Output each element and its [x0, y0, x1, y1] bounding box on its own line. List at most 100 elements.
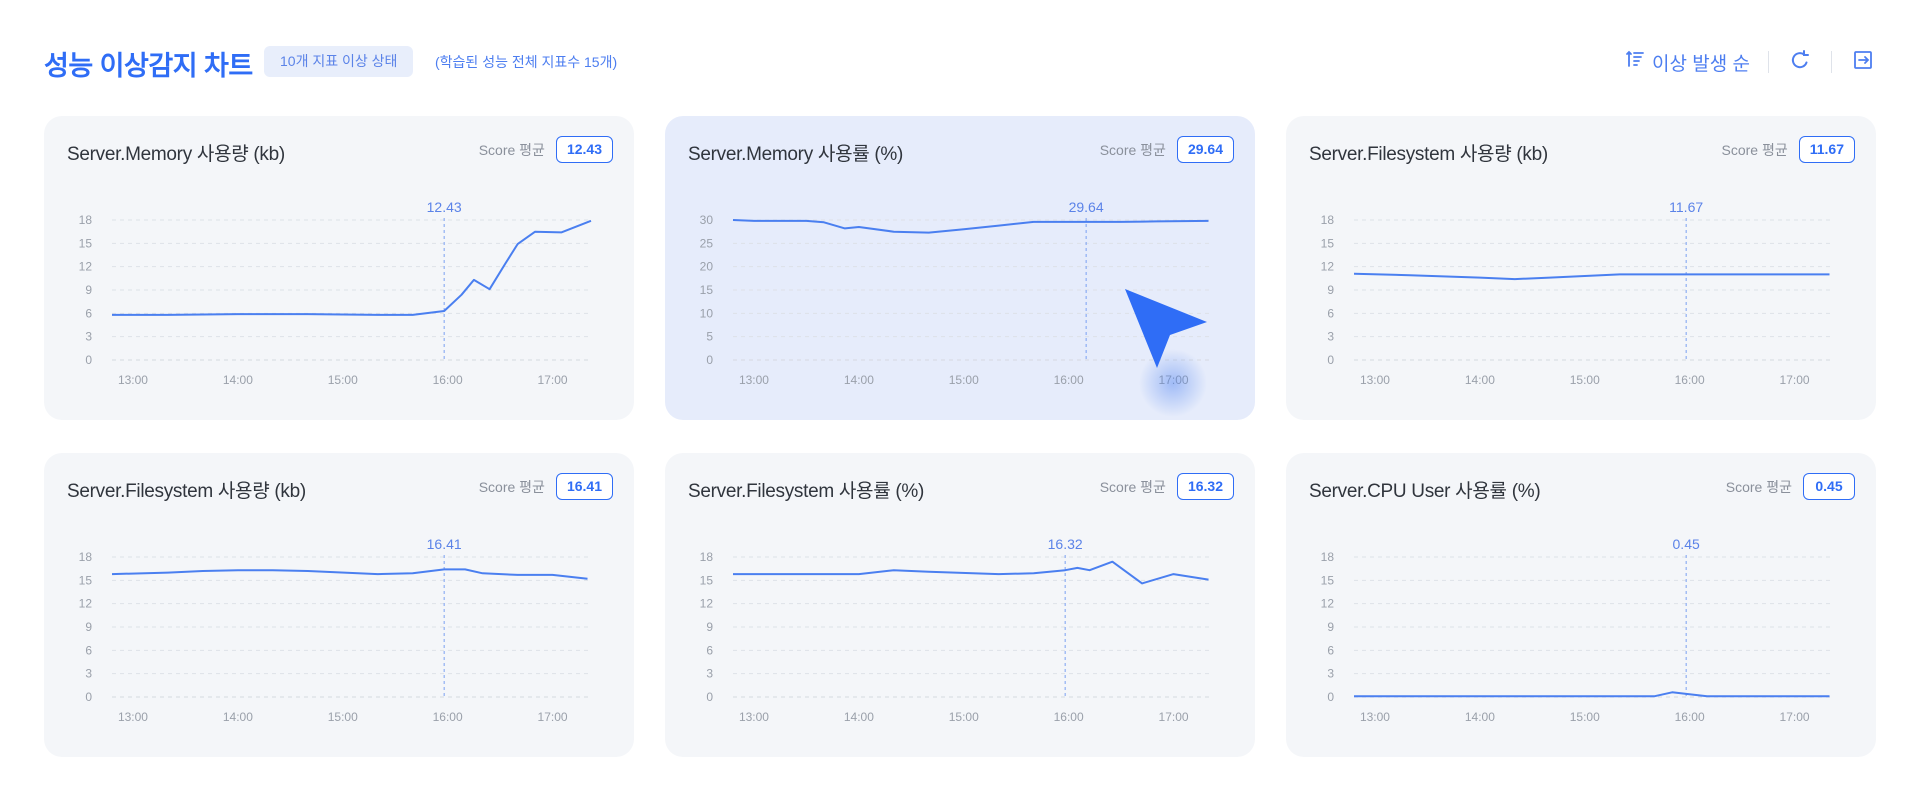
x-tick-label: 13:00	[1360, 373, 1390, 387]
metric-card[interactable]: Server.Filesystem 사용량 (kb) Score 평균 16.4…	[44, 453, 634, 757]
x-tick-label: 17:00	[1159, 373, 1189, 387]
y-tick-label: 5	[706, 330, 713, 344]
y-tick-label: 0	[706, 353, 713, 367]
score-summary: Score 평균 12.43	[479, 136, 613, 163]
x-tick-label: 16:00	[1675, 373, 1705, 387]
y-tick-label: 18	[700, 550, 714, 564]
series-line	[733, 560, 1209, 585]
metric-card[interactable]: Server.Filesystem 사용량 (kb) Score 평균 11.6…	[1286, 116, 1876, 420]
score-value: 11.67	[1798, 136, 1855, 163]
score-label: Score 평균	[1721, 141, 1788, 158]
x-tick-label: 16:00	[433, 373, 463, 387]
x-tick-label: 15:00	[328, 373, 358, 387]
x-tick-label: 13:00	[739, 710, 769, 724]
metric-card[interactable]: Server.Filesystem 사용률 (%) Score 평균 16.32…	[665, 453, 1255, 757]
score-label: Score 평균	[1725, 478, 1792, 495]
y-tick-label: 6	[85, 643, 92, 657]
y-tick-label: 15	[79, 573, 93, 587]
x-tick-label: 13:00	[1360, 710, 1390, 724]
score-marker-label: 11.67	[1669, 199, 1703, 215]
metric-card[interactable]: Server.CPU User 사용률 (%) Score 평균 0.45 0 3…	[1286, 453, 1876, 757]
card-title: Server.Memory 사용률 (%)	[688, 144, 904, 165]
total-metrics-note: (학습된 성능 전체 지표수 15개)	[435, 54, 618, 70]
score-value: 0.45	[1803, 473, 1855, 500]
y-tick-label: 3	[1327, 667, 1334, 681]
toolbar-divider	[1768, 51, 1769, 73]
y-tick-label: 20	[700, 260, 714, 274]
y-tick-label: 15	[1321, 236, 1335, 250]
x-tick-label: 15:00	[949, 710, 979, 724]
y-tick-label: 12	[1321, 260, 1335, 274]
y-tick-label: 15	[79, 236, 93, 250]
page-header: 성능 이상감지 차트 10개 지표 이상 상태 (학습된 성능 전체 지표수 1…	[44, 40, 1876, 84]
y-tick-label: 3	[1327, 330, 1334, 344]
y-tick-label: 3	[85, 330, 92, 344]
sort-icon	[1625, 49, 1645, 75]
x-tick-label: 16:00	[1675, 710, 1705, 724]
metric-card[interactable]: Server.Memory 사용량 (kb) Score 평균 12.43 0 3…	[44, 116, 634, 420]
sort-label: 이상 발생 순	[1652, 53, 1750, 75]
y-tick-label: 3	[706, 667, 713, 681]
score-marker-label: 0.45	[1673, 536, 1700, 552]
refresh-icon	[1789, 49, 1811, 76]
score-summary: Score 평균 0.45	[1726, 473, 1855, 500]
y-tick-label: 18	[79, 550, 93, 564]
card-title: Server.CPU User 사용률 (%)	[1309, 481, 1541, 502]
exit-button[interactable]	[1850, 49, 1876, 75]
line-chart: 0 3 6 9 12 15 18 13:00 14:00 15:00 16:00 17:00 16.32	[700, 536, 1212, 724]
score-summary: Score 평균 11.67	[1721, 136, 1855, 163]
x-tick-label: 14:00	[844, 710, 874, 724]
score-value: 29.64	[1176, 136, 1234, 163]
x-tick-label: 14:00	[844, 373, 874, 387]
line-chart: 0 3 6 9 12 15 18 13:00 14:00 15:00 16:00 17:00 0.45	[1321, 536, 1833, 724]
y-tick-label: 10	[700, 306, 714, 320]
refresh-button[interactable]	[1787, 49, 1813, 75]
x-tick-label: 17:00	[1780, 373, 1810, 387]
x-tick-label: 16:00	[1054, 373, 1084, 387]
score-value: 16.41	[555, 473, 613, 500]
x-tick-label: 15:00	[949, 373, 979, 387]
y-tick-label: 9	[1327, 620, 1334, 634]
score-value: 16.32	[1176, 473, 1234, 500]
score-label: Score 평균	[478, 141, 545, 158]
y-tick-label: 6	[706, 643, 713, 657]
toolbar: 이상 발생 순	[1625, 46, 1876, 78]
x-tick-label: 17:00	[538, 373, 568, 387]
y-tick-label: 0	[85, 353, 92, 367]
y-tick-label: 30	[700, 213, 714, 227]
series-line	[112, 219, 592, 316]
y-tick-label: 6	[1327, 643, 1334, 657]
y-tick-label: 15	[1321, 573, 1335, 587]
y-tick-label: 15	[700, 573, 714, 587]
score-marker-label: 16.32	[1048, 536, 1083, 552]
x-tick-label: 13:00	[739, 373, 769, 387]
sort-by-anomaly-button[interactable]: 이상 발생 순	[1625, 49, 1750, 76]
y-tick-label: 12	[1321, 597, 1335, 611]
line-chart: 0 3 6 9 12 15 18 13:00 14:00 15:00 16:00 17:00 11.67	[1321, 199, 1833, 387]
card-title: Server.Memory 사용량 (kb)	[67, 144, 285, 165]
x-tick-label: 13:00	[118, 710, 148, 724]
x-tick-label: 17:00	[1780, 710, 1810, 724]
metric-card[interactable]: Server.Memory 사용률 (%) Score 평균 29.64 0 5 1…	[665, 116, 1255, 420]
y-tick-label: 15	[700, 283, 714, 297]
exit-icon	[1852, 49, 1874, 76]
y-tick-label: 12	[79, 260, 93, 274]
y-tick-label: 0	[1327, 690, 1334, 704]
score-marker-label: 29.64	[1069, 199, 1104, 215]
y-tick-label: 18	[1321, 550, 1335, 564]
y-tick-label: 0	[1327, 353, 1334, 367]
card-title: Server.Filesystem 사용량 (kb)	[1309, 144, 1548, 165]
x-tick-label: 14:00	[1465, 710, 1495, 724]
score-value: 12.43	[555, 136, 613, 163]
page-title: 성능 이상감지 차트	[44, 51, 253, 81]
score-label: Score 평균	[478, 478, 545, 495]
y-tick-label: 12	[79, 597, 93, 611]
y-tick-label: 3	[85, 667, 92, 681]
y-tick-label: 18	[1321, 213, 1335, 227]
x-tick-label: 15:00	[1570, 710, 1600, 724]
x-tick-label: 17:00	[538, 710, 568, 724]
x-tick-label: 15:00	[328, 710, 358, 724]
y-tick-label: 9	[85, 283, 92, 297]
score-marker-label: 12.43	[427, 199, 462, 215]
card-title: Server.Filesystem 사용량 (kb)	[67, 481, 306, 502]
